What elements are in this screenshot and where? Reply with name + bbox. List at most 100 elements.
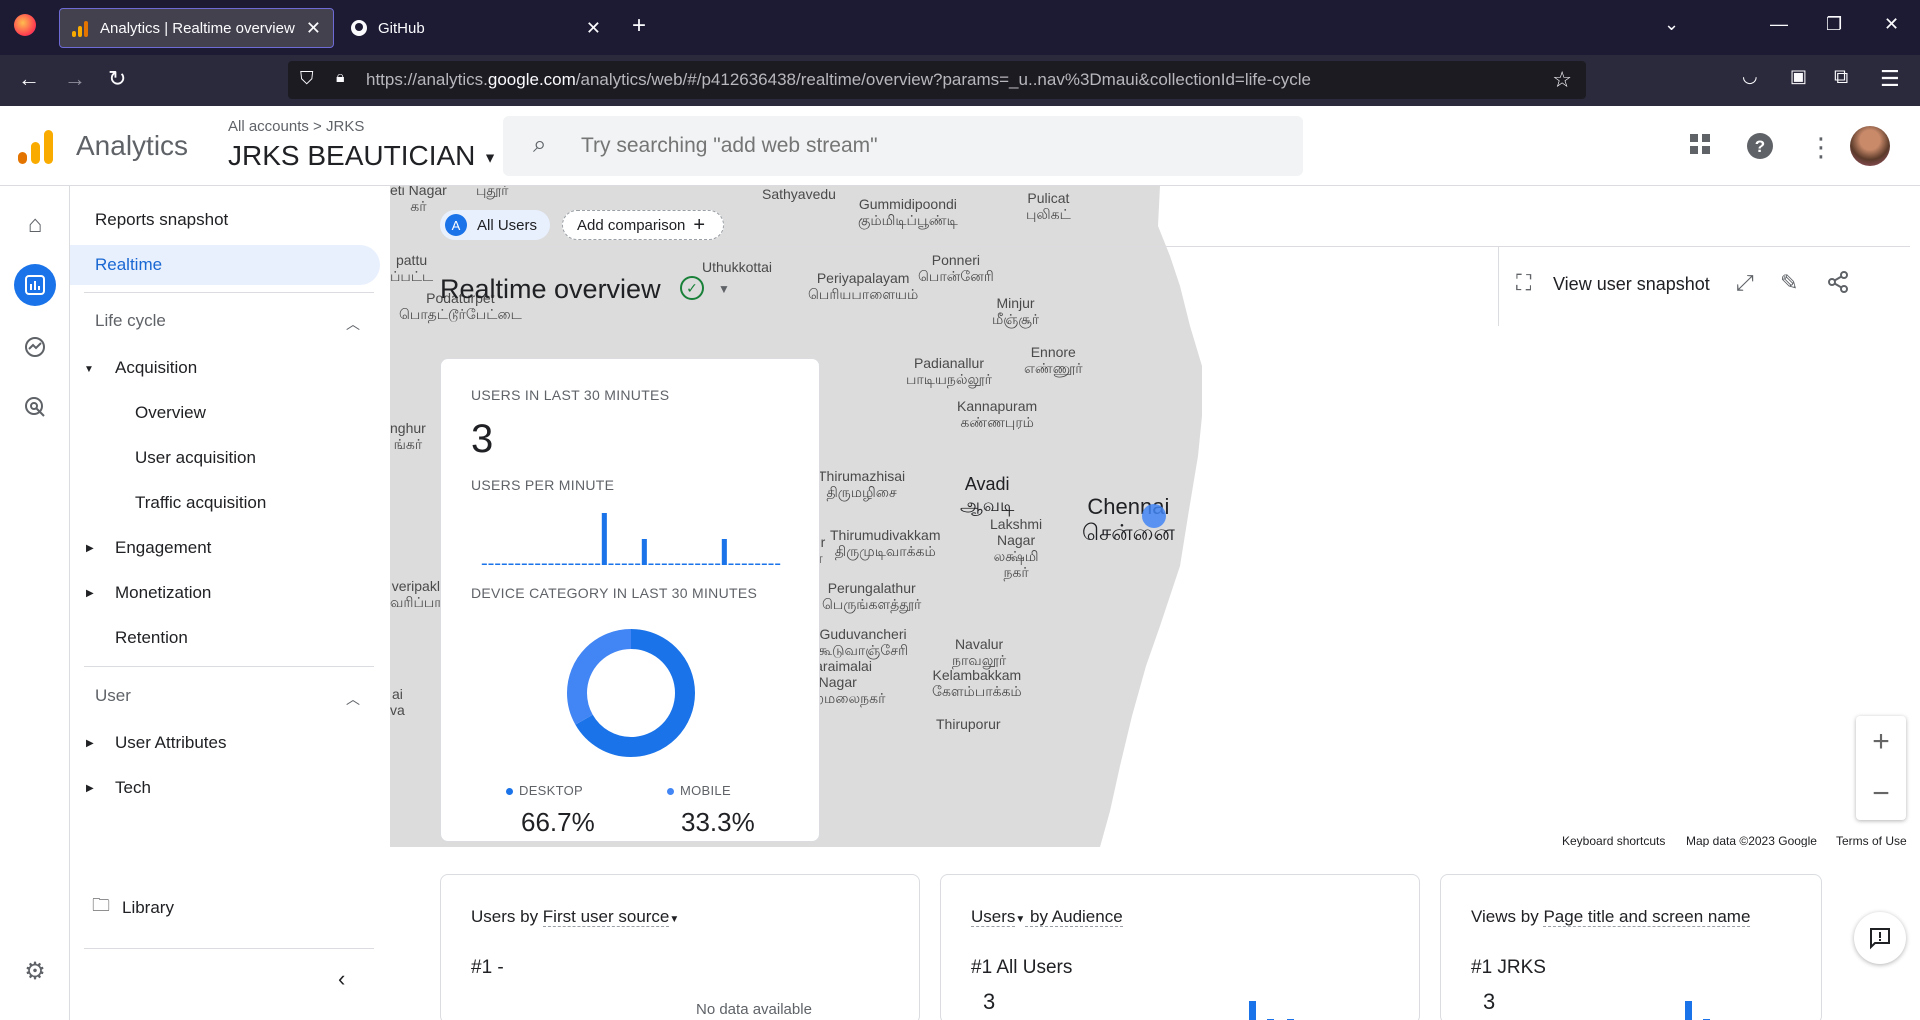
nav-realtime[interactable]: Realtime [70, 245, 380, 285]
per-minute-bar[interactable] [715, 563, 721, 566]
per-minute-bar[interactable] [581, 563, 587, 566]
share-icon[interactable] [1826, 270, 1850, 300]
customize-report-icon[interactable]: ✎ [1780, 270, 1798, 296]
per-minute-bar[interactable] [668, 563, 674, 566]
nav-engagement[interactable]: Engagement [70, 528, 380, 568]
nav-retention[interactable]: Retention [70, 618, 380, 658]
nav-user-acquisition[interactable]: User acquisition [70, 438, 380, 478]
per-minute-bar[interactable] [515, 563, 521, 566]
search-input[interactable] [581, 130, 1261, 162]
per-minute-bar[interactable] [655, 563, 661, 566]
per-minute-bar[interactable] [741, 563, 747, 566]
realtime-map[interactable]: Sathyavedu Gummidipoondi கும்மிடிப்பூண்டி… [390, 186, 1920, 847]
per-minute-bar[interactable] [615, 563, 621, 566]
user-section-title[interactable]: User [95, 686, 131, 706]
per-minute-bar[interactable] [595, 563, 601, 566]
per-minute-bar[interactable] [641, 539, 647, 565]
per-minute-bar[interactable] [688, 563, 694, 566]
card-title[interactable]: Users▼ by Audience [971, 907, 1123, 927]
reload-icon[interactable]: ↻ [108, 66, 126, 92]
list-all-tabs-icon[interactable]: ⌄ [1664, 14, 1679, 35]
per-minute-bar[interactable] [528, 563, 534, 566]
nav-library[interactable]: 🗀 Library [70, 888, 380, 928]
nav-acquisition-overview[interactable]: Overview [70, 393, 380, 433]
close-tab-icon[interactable]: ✕ [306, 18, 321, 39]
tracking-shield-icon[interactable]: ⛉ [300, 68, 314, 89]
title-dropdown-caret-icon[interactable]: ▼ [718, 282, 730, 296]
per-minute-bar[interactable] [648, 563, 654, 566]
firefox-logo-icon[interactable] [14, 14, 36, 36]
send-feedback-button[interactable] [1854, 912, 1906, 964]
per-minute-bar[interactable] [775, 563, 781, 566]
per-minute-bar[interactable] [675, 563, 681, 566]
nav-reports-snapshot[interactable]: Reports snapshot [70, 200, 380, 240]
per-minute-bar[interactable] [761, 563, 767, 566]
per-minute-bar[interactable] [521, 563, 527, 566]
search-box[interactable]: ⌕ [503, 116, 1303, 176]
users-per-minute-chart[interactable] [481, 509, 781, 565]
menu-icon[interactable]: ☰ [1880, 66, 1900, 92]
per-minute-bar[interactable] [501, 563, 507, 566]
user-location-dot[interactable] [1142, 504, 1166, 528]
more-vert-icon[interactable]: ⋮ [1808, 132, 1834, 163]
tab-analytics[interactable]: Analytics | Realtime overview ✕ [59, 8, 334, 48]
keyboard-shortcuts-link[interactable]: Keyboard shortcuts [1562, 834, 1665, 847]
per-minute-bar[interactable] [601, 513, 607, 565]
card-title[interactable]: Views by Page title and screen name [1471, 907, 1751, 927]
extension-icon[interactable]: ▣ [1790, 66, 1807, 87]
breadcrumb[interactable]: All accounts > JRKS [228, 118, 364, 135]
close-window-icon[interactable]: ✕ [1884, 14, 1899, 35]
per-minute-bar[interactable] [681, 563, 687, 566]
extensions-puzzle-icon[interactable]: ⧉ [1834, 66, 1848, 89]
per-minute-bar[interactable] [695, 563, 701, 566]
per-minute-bar[interactable] [621, 563, 627, 566]
per-minute-bar[interactable] [548, 563, 554, 566]
per-minute-bar[interactable] [768, 563, 774, 566]
explore-icon[interactable] [14, 326, 56, 368]
home-icon[interactable]: ⌂ [14, 204, 56, 246]
nav-tech[interactable]: Tech [70, 768, 380, 808]
pocket-icon[interactable]: ◡ [1742, 66, 1758, 87]
per-minute-bar[interactable] [488, 563, 494, 566]
nav-monetization[interactable]: Monetization [70, 573, 380, 613]
advertising-icon[interactable] [14, 386, 56, 428]
settings-gear-icon[interactable]: ⚙ [14, 950, 56, 992]
per-minute-bar[interactable] [748, 563, 754, 566]
per-minute-bar[interactable] [575, 563, 581, 566]
per-minute-bar[interactable] [555, 563, 561, 566]
tab-github[interactable]: GitHub ✕ [338, 8, 613, 48]
per-minute-bar[interactable] [635, 563, 641, 566]
per-minute-bar[interactable] [661, 563, 667, 566]
apps-grid-icon[interactable] [1688, 132, 1712, 163]
bookmark-star-icon[interactable]: ☆ [1552, 67, 1572, 93]
lock-icon[interactable]: 🔒︎ [336, 69, 345, 87]
collapse-user-icon[interactable]: ︿ [346, 689, 360, 709]
property-selector[interactable]: JRKS BEAUTICIAN ▼ [228, 140, 497, 172]
url-text[interactable]: https://analytics.google.com/analytics/w… [366, 70, 1311, 90]
lifecycle-section-title[interactable]: Life cycle [95, 311, 166, 331]
forward-icon[interactable]: → [64, 66, 86, 92]
app-name[interactable]: Analytics [76, 130, 188, 162]
per-minute-bar[interactable] [588, 563, 594, 566]
back-icon[interactable]: ← [18, 66, 40, 92]
zoom-in-button[interactable]: + [1856, 716, 1906, 768]
card-title[interactable]: Users by First user source▼ [471, 907, 679, 927]
user-snapshot-icon[interactable]: ⛶ [1516, 270, 1531, 296]
view-user-snapshot-button[interactable]: View user snapshot [1553, 274, 1710, 295]
close-tab-icon[interactable]: ✕ [586, 18, 601, 39]
new-tab-icon[interactable]: + [632, 12, 646, 40]
per-minute-bar[interactable] [708, 563, 714, 566]
per-minute-bar[interactable] [721, 539, 727, 565]
per-minute-bar[interactable] [541, 563, 547, 566]
zoom-out-button[interactable]: − [1856, 768, 1906, 820]
avatar[interactable] [1850, 126, 1890, 166]
all-users-chip[interactable]: A All Users [440, 210, 550, 240]
check-circle-icon[interactable]: ✓ [680, 276, 704, 300]
collapse-nav-icon[interactable]: ‹ [338, 966, 345, 992]
nav-acquisition[interactable]: Acquisition [70, 348, 380, 388]
per-minute-bar[interactable] [755, 563, 761, 566]
analytics-logo-icon[interactable] [18, 128, 54, 164]
metric-dropdown-icon[interactable]: ▼ [1015, 914, 1025, 925]
per-minute-bar[interactable] [561, 563, 567, 566]
per-minute-bar[interactable] [495, 563, 501, 566]
